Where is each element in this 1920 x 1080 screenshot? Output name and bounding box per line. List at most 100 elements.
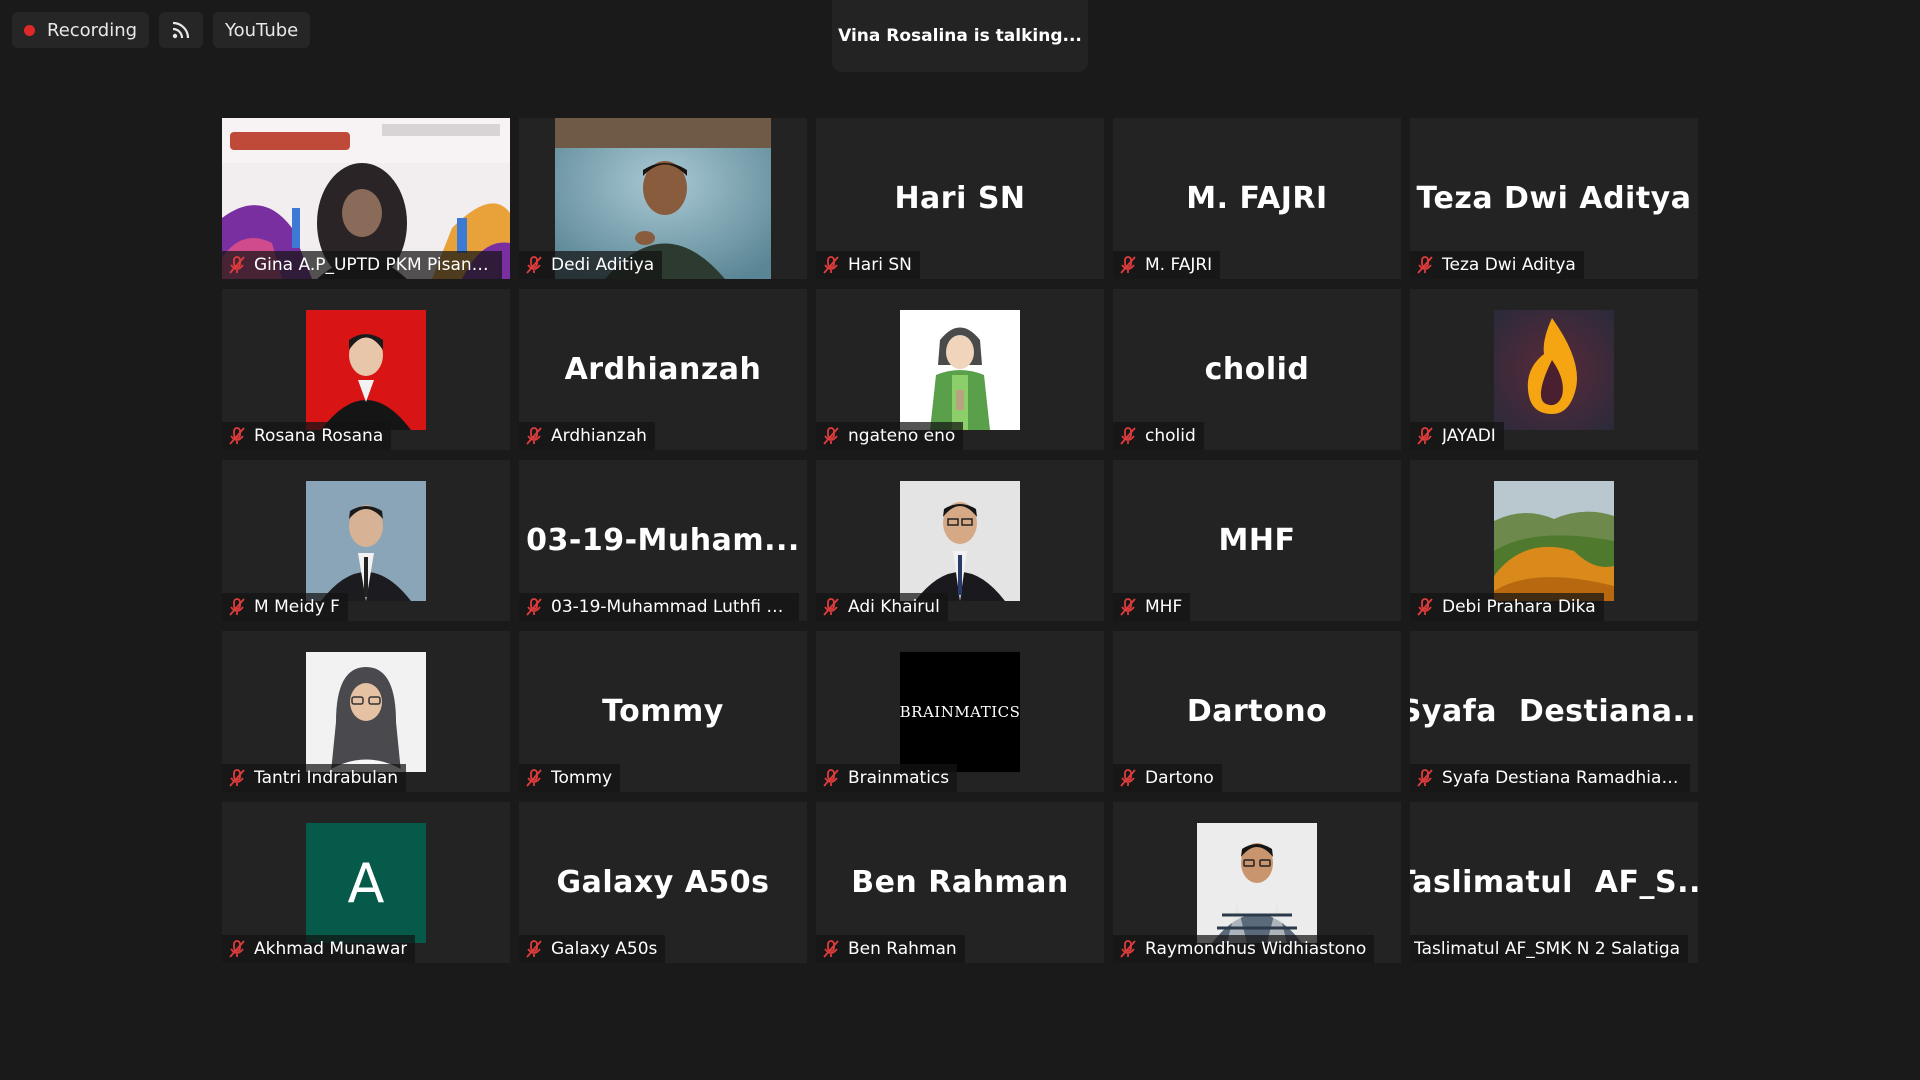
participant-name-label: ngateno eno [816, 422, 964, 450]
participant-name: Ben Rahman [848, 939, 957, 959]
participant-name: ngateno eno [848, 426, 956, 446]
participant-tile[interactable]: Hari SN Hari SN [816, 118, 1104, 279]
participant-display-name: 03-19-Muham... [526, 523, 800, 558]
participant-tile[interactable]: Tommy Tommy [519, 631, 807, 792]
muted-mic-icon [1117, 425, 1139, 447]
muted-mic-icon [1117, 596, 1139, 618]
participant-name: Teza Dwi Aditya [1442, 255, 1576, 275]
muted-mic-icon [1414, 767, 1436, 789]
participant-tile[interactable]: Syafa Destiana... Syafa Destiana Ramadhi… [1410, 631, 1698, 792]
participant-tile[interactable]: Dartono Dartono [1113, 631, 1401, 792]
muted-mic-icon [226, 767, 248, 789]
muted-mic-icon [523, 767, 545, 789]
participant-avatar [1494, 310, 1614, 430]
participant-tile[interactable]: JAYADI [1410, 289, 1698, 450]
participant-tile[interactable]: A Akhmad Munawar [222, 802, 510, 963]
participant-tile[interactable]: Gina A.P_UPTD PKM Pisang... [222, 118, 510, 279]
participant-tile[interactable]: Dedi Aditiya [519, 118, 807, 279]
participant-name-label: Dedi Aditiya [519, 251, 663, 279]
participant-tile[interactable]: 03-19-Muham... 03-19-Muhammad Luthfi Ha.… [519, 460, 807, 621]
live-stream-button[interactable] [159, 12, 204, 48]
participant-display-name: Dartono [1186, 694, 1328, 729]
muted-mic-icon [523, 938, 545, 960]
participant-name: JAYADI [1442, 426, 1496, 446]
brainmatics-logo: BRAINMATICS [900, 703, 1020, 721]
muted-mic-icon [523, 425, 545, 447]
participant-tile[interactable]: Teza Dwi Aditya Teza Dwi Aditya [1410, 118, 1698, 279]
participant-tile[interactable]: Rosana Rosana [222, 289, 510, 450]
muted-mic-icon [820, 767, 842, 789]
participant-name: Tommy [551, 768, 613, 788]
muted-mic-icon [1117, 938, 1139, 960]
participant-display-name: Teza Dwi Aditya [1416, 181, 1692, 216]
participant-tile[interactable]: BRAINMATICS Brainmatics [816, 631, 1104, 792]
participant-tile[interactable]: Tantri Indrabulan [222, 631, 510, 792]
participant-display-name: Syafa Destiana... [1410, 694, 1698, 729]
muted-mic-icon [226, 425, 248, 447]
participant-display-name: Ben Rahman [851, 865, 1069, 900]
participant-name-label: 03-19-Muhammad Luthfi Ha... [519, 593, 799, 621]
active-speaker-banner: Vina Rosalina is talking... [832, 0, 1088, 72]
muted-mic-icon [226, 596, 248, 618]
youtube-stream-badge[interactable]: YouTube [213, 12, 311, 48]
participant-display-name: M. FAJRI [1186, 181, 1328, 216]
participant-tile[interactable]: MHF MHF [1113, 460, 1401, 621]
participant-tile[interactable]: Debi Prahara Dika [1410, 460, 1698, 621]
muted-mic-icon [226, 938, 248, 960]
muted-mic-icon [1117, 254, 1139, 276]
participant-name-label: Syafa Destiana Ramadhianti [1410, 764, 1690, 792]
participant-name: Raymondhus Widhiastono [1145, 939, 1367, 959]
participant-avatar [900, 310, 1020, 430]
participant-avatar [1494, 481, 1614, 601]
participant-display-name: Tommy [602, 694, 724, 729]
muted-mic-icon [820, 425, 842, 447]
recording-indicator[interactable]: Recording [12, 12, 150, 48]
participant-tile[interactable]: Ben Rahman Ben Rahman [816, 802, 1104, 963]
participant-name-label: cholid [1113, 422, 1204, 450]
participant-tile[interactable]: Adi Khairul [816, 460, 1104, 621]
participant-name-label: Akhmad Munawar [222, 935, 416, 963]
participant-name: Dartono [1145, 768, 1214, 788]
participant-name-label: Ardhianzah [519, 422, 655, 450]
muted-mic-icon [523, 596, 545, 618]
participant-avatar [306, 310, 426, 430]
participant-name: cholid [1145, 426, 1196, 446]
participant-tile[interactable]: M. FAJRI M. FAJRI [1113, 118, 1401, 279]
participant-name: MHF [1145, 597, 1183, 617]
participant-name-label: Tantri Indrabulan [222, 764, 407, 792]
participant-display-name: Hari SN [894, 181, 1026, 216]
participant-name-label: Ben Rahman [816, 935, 965, 963]
recording-label: Recording [47, 19, 138, 41]
participant-name: Akhmad Munawar [254, 939, 408, 959]
participant-name-label: Tommy [519, 764, 621, 792]
participant-name: Brainmatics [848, 768, 950, 788]
participant-avatar [306, 481, 426, 601]
participant-name: M Meidy F [254, 597, 340, 617]
participant-tile[interactable]: cholid cholid [1113, 289, 1401, 450]
participant-tile[interactable]: ngateno eno [816, 289, 1104, 450]
participant-tile[interactable]: Ardhianzah Ardhianzah [519, 289, 807, 450]
muted-mic-icon [1117, 767, 1139, 789]
participant-name: Ardhianzah [551, 426, 647, 446]
participant-grid: Gina A.P_UPTD PKM Pisang... Dedi Aditiya… [222, 118, 1698, 963]
avatar-initial: A [347, 851, 385, 915]
participant-name: Hari SN [848, 255, 912, 275]
participant-display-name: Galaxy A50s [556, 865, 770, 900]
participant-name-label: Debi Prahara Dika [1410, 593, 1604, 621]
active-speaker-text: Vina Rosalina is talking... [838, 26, 1082, 46]
youtube-label: YouTube [225, 19, 299, 41]
participant-name-label: Teza Dwi Aditya [1410, 251, 1584, 279]
participant-name: Syafa Destiana Ramadhianti [1442, 768, 1682, 788]
participant-tile[interactable]: Galaxy A50s Galaxy A50s [519, 802, 807, 963]
participant-tile[interactable]: M Meidy F [222, 460, 510, 621]
participant-tile[interactable]: Raymondhus Widhiastono [1113, 802, 1401, 963]
participant-name-label: Raymondhus Widhiastono [1113, 935, 1375, 963]
participant-tile[interactable]: Taslimatul AF_S... Taslimatul AF_SMK N 2… [1410, 802, 1698, 963]
participant-name-label: Rosana Rosana [222, 422, 392, 450]
participant-avatar [1197, 823, 1317, 943]
participant-name: Gina A.P_UPTD PKM Pisang... [254, 255, 494, 275]
participant-name-label: MHF [1113, 593, 1191, 621]
participant-avatar [306, 652, 426, 772]
participant-name-label: M Meidy F [222, 593, 348, 621]
participant-name: M. FAJRI [1145, 255, 1213, 275]
